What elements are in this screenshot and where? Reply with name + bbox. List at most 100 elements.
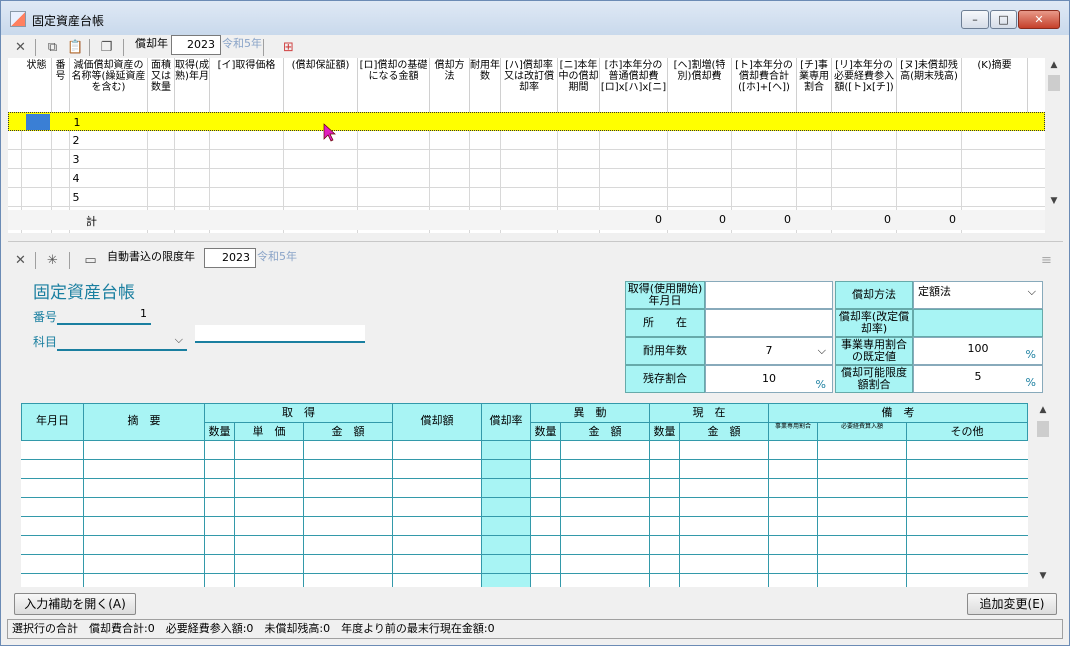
add-change-button[interactable]: 追加変更(E) xyxy=(967,593,1057,615)
limit-ratio-input[interactable]: 5% xyxy=(913,365,1043,393)
business-ratio-input[interactable]: 100% xyxy=(913,337,1043,365)
limit-ratio-label: 償却可能限度額割合 xyxy=(835,365,913,393)
status-bar: 選択行の合計 償却費合計:0 必要経費参入額:0 未償却残高:0 年度より前の最… xyxy=(7,619,1063,639)
grid-header-acq_price: [イ]取得価格 xyxy=(210,58,284,112)
rate-column xyxy=(481,441,531,587)
ledger-header-movement: 異 動 xyxy=(530,403,650,423)
scroll-up-icon[interactable]: ▲ xyxy=(1035,405,1051,415)
residual-ratio-input[interactable]: 10% xyxy=(705,365,833,393)
ledger-header-remarks: 備 考 xyxy=(768,403,1028,423)
row-selector[interactable] xyxy=(26,114,50,130)
chevron-down-icon: ⌵ xyxy=(174,333,183,346)
sum-remain: 0 xyxy=(949,213,956,226)
sum-normal: 0 xyxy=(655,213,662,226)
paste-icon[interactable]: 📋 xyxy=(67,40,83,55)
row-number: 4 xyxy=(72,172,80,185)
open-assist-button[interactable]: 入力補助を開く(A) xyxy=(14,593,136,615)
table-row[interactable]: 3 xyxy=(8,150,1045,169)
grid-header-total: [ト]本年分の償却費合計([ホ]+[ヘ]) xyxy=(732,58,797,112)
grid-header-name: 減価償却資産の名称等(繰延資産を含む) xyxy=(70,58,148,112)
scroll-down-icon[interactable]: ▼ xyxy=(1046,196,1062,206)
title-bar: 固定資産台帳 – □ ✕ xyxy=(1,1,1069,35)
sum-total: 0 xyxy=(784,213,791,226)
new-icon[interactable]: ✳ xyxy=(45,253,60,268)
grid-header-status: 状態 xyxy=(22,58,52,112)
minimize-button[interactable]: – xyxy=(961,10,989,29)
scroll-up-icon[interactable]: ▲ xyxy=(1046,60,1062,70)
grid-header-normal: [ホ]本年分の普通償却費[ロ]x[ハ]x[ニ] xyxy=(600,58,668,112)
era-label: 令和5年 xyxy=(222,37,262,50)
subject-name-input[interactable] xyxy=(195,325,365,343)
export-icon[interactable]: ⊞ xyxy=(281,40,296,55)
sum-row: 計 0 0 0 0 0 xyxy=(8,210,1045,230)
clear-icon[interactable]: ✕ xyxy=(13,253,28,268)
window-title: 固定資産台帳 xyxy=(32,14,105,28)
row-number: 3 xyxy=(72,153,80,166)
chevron-down-icon: ⌵ xyxy=(1027,285,1036,298)
detail-era-label: 令和5年 xyxy=(257,250,297,263)
resize-icon: ≡ xyxy=(1041,253,1052,268)
location-label: 所 在 xyxy=(625,309,705,337)
ledger-header-date: 年月日 xyxy=(21,403,84,441)
ledger-header-acquisition: 取 得 xyxy=(204,403,393,423)
ledger-header-acq-unit: 単 価 xyxy=(234,422,304,441)
grid-header-acq_date: 取得(成熟)年月 xyxy=(175,58,210,112)
close-button[interactable]: ✕ xyxy=(1018,10,1060,29)
ledger-header-now-amount: 金 額 xyxy=(679,422,769,441)
acq-date-input[interactable] xyxy=(705,281,833,309)
useful-life-select[interactable]: 7 ⌵ xyxy=(705,337,833,365)
save-icon[interactable]: ▭ xyxy=(83,253,98,268)
sum-expense: 0 xyxy=(884,213,891,226)
method-label: 償却方法 xyxy=(835,281,913,309)
row-number: 5 xyxy=(72,191,80,204)
ledger-scrollbar[interactable]: ▲ ▼ xyxy=(1035,403,1051,587)
sum-label: 計 xyxy=(86,215,97,228)
app-icon xyxy=(10,11,26,27)
table-row[interactable]: 1 xyxy=(8,112,1045,131)
acq-date-label: 取得(使用開始)年月日 xyxy=(625,281,705,309)
table-row[interactable]: 5 xyxy=(8,188,1045,207)
ledger-header-now-qty: 数量 xyxy=(649,422,680,441)
useful-life-label: 耐用年数 xyxy=(625,337,705,365)
delete-icon[interactable]: ✕ xyxy=(13,40,28,55)
ledger-header-other: その他 xyxy=(906,422,1028,441)
grid-header-special: [ヘ]割増(特別)償却費 xyxy=(668,58,732,112)
scroll-down-icon[interactable]: ▼ xyxy=(1035,571,1051,581)
copy-icon[interactable]: ⧉ xyxy=(45,40,60,55)
mouse-cursor-icon xyxy=(323,123,336,142)
grid-header-expense: [リ]本年分の必要経費参入額([ト]x[チ]) xyxy=(832,58,897,112)
ledger-header-acq-amount: 金 額 xyxy=(303,422,393,441)
grid-header-number: 番号 xyxy=(52,58,70,112)
grid-header-remain: [ヌ]未償却残高(期末残高) xyxy=(897,58,962,112)
table-row[interactable]: 2 xyxy=(8,131,1045,150)
asset-settings-form: 取得(使用開始)年月日 所 在 耐用年数 7 ⌵ 残存割合 10% 償却方法 定額… xyxy=(625,281,1043,393)
grid-header-qty: 面積又は数量 xyxy=(148,58,175,112)
grid-header-biz_ratio: [チ]事業専用割合 xyxy=(797,58,832,112)
detail-title: 固定資産台帳 xyxy=(33,283,135,303)
grid-header-months: [ニ]本年中の償却期間 xyxy=(558,58,600,112)
ledger-header-depreciation: 償却額 xyxy=(392,403,482,441)
sum-special: 0 xyxy=(719,213,726,226)
subject-select[interactable]: ⌵ xyxy=(57,331,187,351)
maximize-button[interactable]: □ xyxy=(990,10,1017,29)
ledger-header-current: 現 在 xyxy=(649,403,769,423)
auto-limit-year-label: 自動書込の限度年 xyxy=(107,250,195,263)
depreciation-year-input[interactable]: 2023 xyxy=(171,35,221,55)
rate-label: 償却率(改定償却率) xyxy=(835,309,913,337)
duplicate-icon[interactable]: ❐ xyxy=(99,40,114,55)
ledger-header-summary: 摘 要 xyxy=(83,403,205,441)
ledger-header-acq-qty: 数量 xyxy=(204,422,235,441)
number-field[interactable]: 1 xyxy=(57,305,151,325)
asset-grid: 状態 番号 減価償却資産の名称等(繰延資産を含む) 面積又は数量 取得(成熟)年月 [イ]… xyxy=(8,58,1045,233)
grid-header-method: 償却方法 xyxy=(430,58,470,112)
auto-limit-year-input[interactable]: 2023 xyxy=(204,248,256,268)
depreciation-year-label: 償却年 xyxy=(135,37,168,50)
row-number: 1 xyxy=(73,116,81,129)
ledger-header-move-amount: 金 額 xyxy=(560,422,650,441)
grid-scrollbar[interactable]: ▲ ▼ xyxy=(1046,58,1062,210)
location-input[interactable] xyxy=(705,309,833,337)
table-row[interactable]: 4 xyxy=(8,169,1045,188)
chevron-down-icon: ⌵ xyxy=(817,344,826,357)
grid-header-base: [ロ]償却の基礎になる金額 xyxy=(358,58,430,112)
method-select[interactable]: 定額法 ⌵ xyxy=(913,281,1043,309)
